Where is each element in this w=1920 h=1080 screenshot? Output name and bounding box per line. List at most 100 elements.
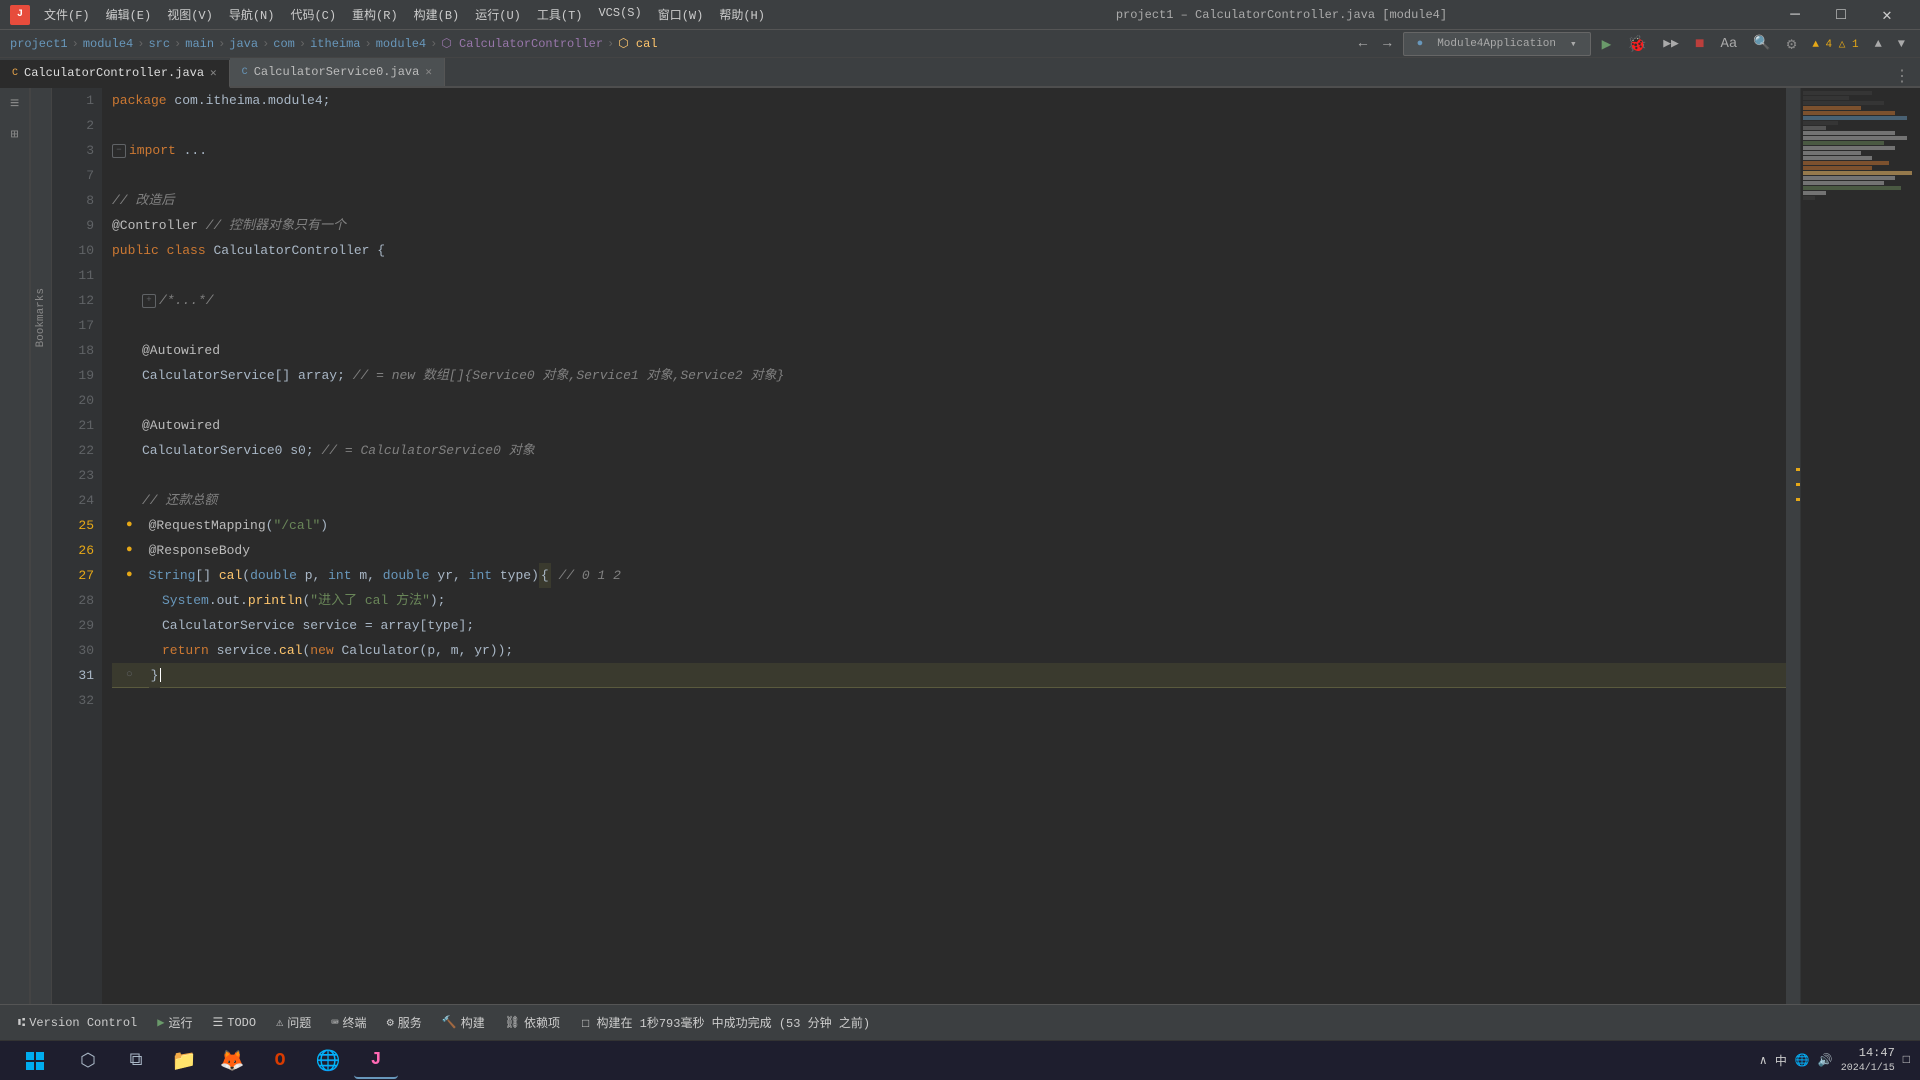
line-num-9: 9 bbox=[52, 213, 94, 238]
code-lines[interactable]: package com.itheima.module4; − import ..… bbox=[102, 88, 1786, 1004]
app-icon: J bbox=[10, 5, 30, 25]
structure-icon[interactable]: ⊞ bbox=[4, 123, 26, 145]
menu-bar[interactable]: 文件(F) 编辑(E) 视图(V) 导航(N) 代码(C) 重构(R) 构建(B… bbox=[38, 4, 771, 25]
project-icon[interactable]: ≡ bbox=[4, 93, 26, 115]
tab-close-1[interactable]: ✕ bbox=[210, 66, 217, 80]
translate-icon[interactable]: Aa bbox=[1715, 34, 1742, 54]
line-num-11: 11 bbox=[52, 263, 94, 288]
menu-edit[interactable]: 编辑(E) bbox=[100, 4, 158, 25]
tab-close-2[interactable]: ✕ bbox=[425, 65, 432, 79]
tab-bar: C CalculatorController.java ✕ C Calculat… bbox=[0, 58, 1920, 88]
stop-button[interactable]: ■ bbox=[1690, 33, 1710, 55]
start-button[interactable] bbox=[10, 1045, 60, 1077]
system-clock: 14:47 2024/1/15 bbox=[1841, 1045, 1895, 1076]
run-label: 运行 bbox=[168, 1014, 192, 1031]
bc-project[interactable]: project1 bbox=[10, 37, 68, 51]
line-num-20: 20 bbox=[52, 388, 94, 413]
debug-button[interactable]: 🐞 bbox=[1622, 32, 1652, 56]
bc-com[interactable]: com bbox=[273, 37, 295, 51]
window-controls[interactable]: ─ □ ✕ bbox=[1772, 0, 1910, 30]
minimize-button[interactable]: ─ bbox=[1772, 0, 1818, 30]
build-status: □ 构建在 1秒793毫秒 中成功完成 (53 分钟 之前) bbox=[582, 1014, 870, 1031]
code-line-12: + /*...*/ bbox=[112, 288, 1786, 313]
line-num-10: 10 bbox=[52, 238, 94, 263]
maximize-button[interactable]: □ bbox=[1818, 0, 1864, 30]
bc-src[interactable]: src bbox=[148, 37, 170, 51]
taskbar-firefox[interactable]: 🦊 bbox=[210, 1043, 254, 1079]
taskbar-edge[interactable]: 🌐 bbox=[306, 1043, 350, 1079]
build-btn[interactable]: 🔨 构建 bbox=[434, 1011, 493, 1034]
menu-run[interactable]: 运行(U) bbox=[469, 4, 527, 25]
menu-window[interactable]: 窗口(W) bbox=[652, 4, 710, 25]
services-btn[interactable]: ⚙ 服务 bbox=[379, 1011, 430, 1034]
bc-main[interactable]: main bbox=[185, 37, 214, 51]
taskbar-intellij[interactable]: J bbox=[354, 1043, 398, 1079]
bc-method[interactable]: ⬡ cal bbox=[618, 36, 657, 51]
code-line-11 bbox=[112, 263, 1786, 288]
taskbar-search[interactable]: ⬡ bbox=[66, 1043, 110, 1079]
bc-module[interactable]: module4 bbox=[83, 37, 133, 51]
menu-navigate[interactable]: 导航(N) bbox=[223, 4, 281, 25]
version-control-btn[interactable]: ⑆ Version Control bbox=[10, 1013, 145, 1033]
menu-code[interactable]: 代码(C) bbox=[284, 4, 342, 25]
menu-view[interactable]: 视图(V) bbox=[161, 4, 219, 25]
menu-vcs[interactable]: VCS(S) bbox=[592, 4, 647, 25]
line-num-1: 1 bbox=[52, 88, 94, 113]
taskbar-multitask[interactable]: ⧉ bbox=[114, 1043, 158, 1079]
run-btn[interactable]: ▶ 运行 bbox=[149, 1011, 200, 1034]
bc-itheima[interactable]: itheima bbox=[310, 37, 360, 51]
tab-calculator-service[interactable]: C CalculatorService0.java ✕ bbox=[230, 58, 445, 86]
code-editor[interactable]: 1 2 3 7 8 9 10 11 12 17 18 19 20 21 22 2… bbox=[52, 88, 1920, 1004]
line-num-19: 19 bbox=[52, 363, 94, 388]
network-icon[interactable]: 🌐 bbox=[1795, 1053, 1810, 1068]
tab-overflow[interactable]: ⋮ bbox=[1884, 66, 1920, 86]
settings-icon[interactable]: ⚙ bbox=[1782, 32, 1802, 56]
bc-module4[interactable]: module4 bbox=[376, 37, 426, 51]
todo-btn[interactable]: ☰ TODO bbox=[204, 1012, 264, 1033]
code-line-31: ○ } bbox=[112, 663, 1786, 688]
line-num-8: 8 bbox=[52, 188, 94, 213]
bc-java[interactable]: java bbox=[229, 37, 258, 51]
bookmarks-label[interactable]: Bookmarks bbox=[35, 288, 47, 347]
tray-lang[interactable]: 中 bbox=[1775, 1052, 1787, 1069]
search-icon[interactable]: 🔍 bbox=[1748, 33, 1775, 54]
tray-up-icon[interactable]: ∧ bbox=[1760, 1053, 1767, 1068]
line-num-31: 31 bbox=[52, 663, 94, 688]
fold-import[interactable]: − bbox=[112, 144, 126, 158]
taskbar-explorer[interactable]: 📁 bbox=[162, 1043, 206, 1079]
code-line-20 bbox=[112, 388, 1786, 413]
scroll-up[interactable]: ▲ bbox=[1870, 35, 1887, 53]
problems-btn[interactable]: ⚠ 问题 bbox=[268, 1011, 319, 1034]
back-icon[interactable]: ← bbox=[1354, 34, 1372, 54]
bookmarks-bar: Bookmarks bbox=[30, 88, 52, 1004]
terminal-btn[interactable]: ⌨ 终端 bbox=[323, 1011, 374, 1034]
menu-tools[interactable]: 工具(T) bbox=[531, 4, 589, 25]
line-num-27: 27 bbox=[52, 563, 94, 588]
volume-icon[interactable]: 🔊 bbox=[1818, 1053, 1833, 1068]
code-line-22: CalculatorService0 s0; // = CalculatorSe… bbox=[112, 438, 1786, 463]
forward-icon[interactable]: → bbox=[1378, 34, 1396, 54]
close-button[interactable]: ✕ bbox=[1864, 0, 1910, 30]
menu-refactor[interactable]: 重构(R) bbox=[346, 4, 404, 25]
run-config-dropdown[interactable]: ● Module4Application ▾ bbox=[1403, 32, 1591, 56]
menu-build[interactable]: 构建(B) bbox=[408, 4, 466, 25]
code-line-3: − import ... bbox=[112, 138, 1786, 163]
tab-label-1: CalculatorController.java bbox=[24, 66, 204, 80]
notification-icon[interactable]: □ bbox=[1903, 1053, 1910, 1067]
tab-calculator-controller[interactable]: C CalculatorController.java ✕ bbox=[0, 60, 230, 88]
menu-file[interactable]: 文件(F) bbox=[38, 4, 96, 25]
minimap bbox=[1800, 88, 1920, 1004]
bc-class[interactable]: ⬡ CalculatorController bbox=[441, 36, 603, 51]
fold-comment[interactable]: + bbox=[142, 294, 156, 308]
deps-icon: ⛓ bbox=[505, 1015, 520, 1030]
dependencies-btn[interactable]: ⛓ 依赖项 bbox=[497, 1011, 568, 1034]
code-line-18: @Autowired bbox=[112, 338, 1786, 363]
taskbar-office[interactable]: O bbox=[258, 1043, 302, 1079]
scroll-down[interactable]: ▼ bbox=[1893, 35, 1910, 53]
left-sidebar: ≡ ⊞ bbox=[0, 88, 30, 1004]
run-button[interactable]: ▶ bbox=[1597, 32, 1617, 56]
menu-help[interactable]: 帮助(H) bbox=[713, 4, 771, 25]
build-icon-sm: □ bbox=[582, 1017, 589, 1031]
code-line-9: @Controller // 控制器对象只有一个 bbox=[112, 213, 1786, 238]
run-with-coverage[interactable]: ▶▶ bbox=[1658, 34, 1684, 53]
